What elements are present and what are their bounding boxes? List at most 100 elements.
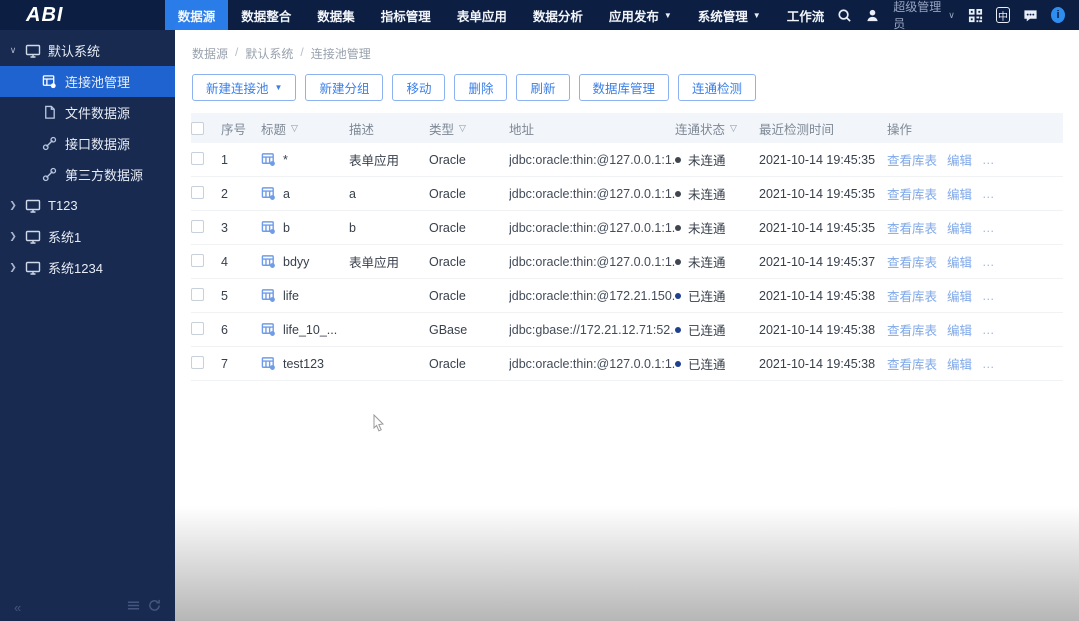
language-switch-icon[interactable]: 中 — [995, 7, 1011, 23]
view-tables-link[interactable]: 查看库表 — [887, 320, 937, 339]
qr-code-icon[interactable] — [968, 7, 983, 23]
more-actions-link[interactable]: … — [982, 187, 996, 201]
connection-pool-icon — [261, 186, 276, 201]
top-nav-item-8[interactable]: 系统管理 ▼ — [685, 0, 774, 30]
row-checkbox[interactable] — [191, 355, 204, 369]
top-nav-item-7[interactable]: 应用发布 ▼ — [596, 0, 685, 30]
top-nav-item-label: 数据分析 — [532, 9, 583, 24]
row-address: jdbc:oracle:thin:@127.0.0.1:1... — [509, 220, 675, 235]
view-tables-link[interactable]: 查看库表 — [887, 218, 937, 237]
toolbar-button-5[interactable]: 刷新 — [516, 74, 570, 101]
breadcrumb-item-3[interactable]: 连接池管理 — [311, 45, 371, 62]
top-nav-item-6[interactable]: 数据分析 — [520, 0, 596, 30]
header-checkbox-cell — [191, 121, 221, 135]
row-number: 1 — [221, 152, 228, 167]
toolbar-button-label: 删除 — [468, 82, 494, 96]
row-checkbox[interactable] — [191, 151, 204, 165]
current-user-menu[interactable]: 超级管理员 ∨ — [893, 0, 955, 32]
top-nav-item-9[interactable]: 工作流 — [774, 0, 838, 30]
view-tables-link[interactable]: 查看库表 — [887, 252, 937, 271]
column-header-label: 描述 — [349, 122, 375, 137]
more-actions-link[interactable]: … — [982, 289, 996, 303]
row-checkbox-cell — [191, 185, 221, 202]
search-icon[interactable] — [837, 7, 852, 23]
row-title-cell: * — [261, 152, 349, 167]
list-icon[interactable] — [127, 599, 140, 615]
sidebar-item-file[interactable]: 文件数据源 — [0, 97, 175, 128]
sidebar-item-api-link[interactable]: 接口数据源 — [0, 128, 175, 159]
toolbar-button-7[interactable]: 连通检测 — [678, 74, 757, 101]
row-checked-time: 2021-10-14 19:45:38 — [759, 322, 876, 337]
more-actions-link[interactable]: … — [982, 323, 996, 337]
more-actions-link[interactable]: … — [982, 153, 996, 167]
row-checked-time: 2021-10-14 19:45:37 — [759, 254, 876, 269]
filter-icon[interactable]: ▽ — [291, 123, 298, 134]
toolbar-button-4[interactable]: 删除 — [454, 74, 508, 101]
more-actions-link[interactable]: … — [982, 255, 996, 269]
column-header-2: 标题 ▽ — [261, 119, 349, 138]
collapse-sidebar-button[interactable]: « — [14, 600, 21, 615]
sidebar-group-label: T123 — [48, 198, 78, 213]
row-title: test123 — [283, 356, 325, 371]
edit-link[interactable]: 编辑 — [947, 320, 972, 339]
row-address: jdbc:oracle:thin:@127.0.0.1:1... — [509, 254, 675, 269]
row-checkbox[interactable] — [191, 219, 204, 233]
toolbar-button-3[interactable]: 移动 — [392, 74, 446, 101]
refresh-icon[interactable] — [148, 599, 161, 615]
row-checked-time: 2021-10-14 19:45:35 — [759, 220, 876, 235]
row-title-cell: bdyy — [261, 254, 349, 269]
row-type: Oracle — [429, 356, 466, 371]
top-nav-item-2[interactable]: 数据整合 — [228, 0, 304, 30]
select-all-checkbox[interactable] — [191, 121, 204, 135]
sidebar-group-label: 默认系统 — [48, 44, 101, 59]
sidebar-item-third-party-link[interactable]: 第三方数据源 — [0, 159, 175, 190]
row-actions-cell: 查看库表 编辑 … — [887, 184, 1063, 203]
sidebar-item-label: 文件数据源 — [65, 106, 131, 121]
row-type: Oracle — [429, 186, 466, 201]
sidebar-footer: « — [0, 593, 175, 621]
edit-link[interactable]: 编辑 — [947, 218, 972, 237]
toolbar-button-label: 移动 — [406, 82, 432, 96]
user-avatar-icon[interactable] — [865, 7, 880, 23]
row-checkbox-cell — [191, 355, 221, 372]
top-nav-item-4[interactable]: 指标管理 — [368, 0, 444, 30]
edit-link[interactable]: 编辑 — [947, 286, 972, 305]
edit-link[interactable]: 编辑 — [947, 150, 972, 169]
sidebar-group-2[interactable]: ❯ T123 — [0, 190, 175, 221]
more-actions-link[interactable]: … — [982, 221, 996, 235]
filter-icon[interactable]: ▽ — [730, 123, 737, 134]
filter-icon[interactable]: ▽ — [459, 123, 466, 134]
edit-link[interactable]: 编辑 — [947, 354, 972, 373]
view-tables-link[interactable]: 查看库表 — [887, 150, 937, 169]
message-icon[interactable] — [1023, 7, 1038, 23]
toolbar-button-1[interactable]: 新建连接池 ▼ — [192, 74, 297, 101]
row-description: 表单应用 — [349, 154, 400, 168]
sidebar-group-4[interactable]: ❯ 系统1234 — [0, 252, 175, 283]
column-header-label: 序号 — [221, 122, 247, 137]
sidebar-group-3[interactable]: ❯ 系统1 — [0, 221, 175, 252]
breadcrumb-item-1[interactable]: 数据源 — [192, 45, 228, 62]
info-icon[interactable]: i — [1051, 7, 1065, 23]
row-checkbox[interactable] — [191, 287, 204, 301]
view-tables-link[interactable]: 查看库表 — [887, 184, 937, 203]
toolbar-button-6[interactable]: 数据库管理 — [578, 74, 670, 101]
view-tables-link[interactable]: 查看库表 — [887, 286, 937, 305]
row-checkbox[interactable] — [191, 321, 204, 335]
row-checkbox[interactable] — [191, 253, 204, 267]
sidebar-item-connection-pool[interactable]: 连接池管理 — [0, 66, 175, 97]
row-title: life — [283, 288, 299, 303]
more-actions-link[interactable]: … — [982, 357, 996, 371]
edit-link[interactable]: 编辑 — [947, 184, 972, 203]
view-tables-link[interactable]: 查看库表 — [887, 354, 937, 373]
breadcrumb-item-2[interactable]: 默认系统 — [245, 45, 293, 62]
toolbar-button-2[interactable]: 新建分组 — [305, 74, 384, 101]
connection-pool-icon — [261, 356, 276, 371]
row-checkbox[interactable] — [191, 185, 204, 199]
status-badge: 未连通 — [688, 222, 726, 236]
top-nav-item-5[interactable]: 表单应用 — [444, 0, 520, 30]
edit-link[interactable]: 编辑 — [947, 252, 972, 271]
status-dot — [675, 224, 681, 231]
sidebar-group-1[interactable]: ∨ 默认系统 — [0, 35, 175, 66]
top-nav-item-3[interactable]: 数据集 — [304, 0, 368, 30]
row-description: 表单应用 — [349, 256, 400, 270]
